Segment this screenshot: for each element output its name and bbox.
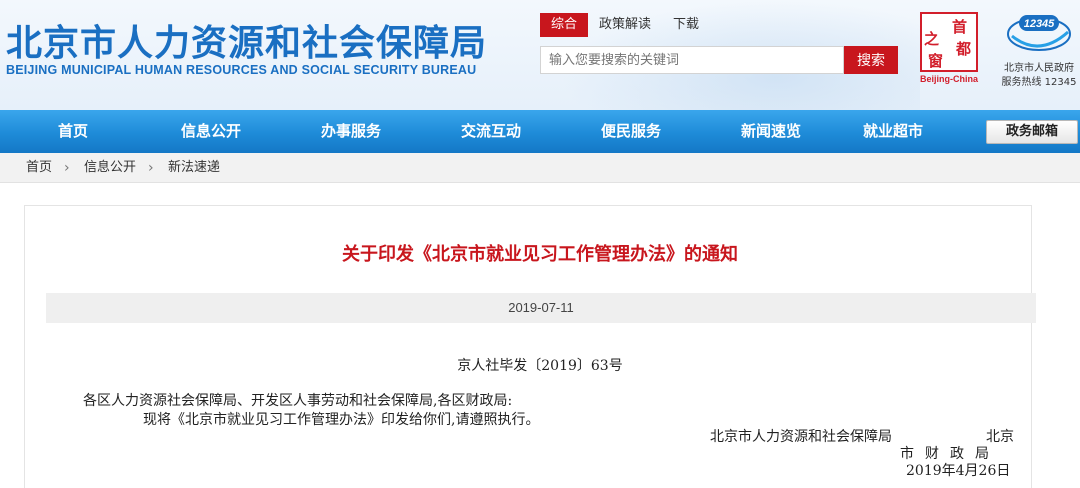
site-title[interactable]: 北京市人力资源和社会保障局 bbox=[6, 14, 487, 66]
nav-item-convenience[interactable]: 便民服务 bbox=[601, 110, 661, 153]
logo-char: 之 bbox=[924, 30, 940, 48]
breadcrumb-home[interactable]: 首页 bbox=[26, 153, 52, 183]
logo-char: 窗 bbox=[928, 52, 944, 70]
article-title: 关于印发《北京市就业见习工作管理办法》的通知 bbox=[342, 244, 738, 265]
logo-char: 首 bbox=[952, 18, 968, 36]
search-input[interactable] bbox=[540, 46, 844, 74]
chevron-right-icon: › bbox=[64, 160, 70, 176]
signature-date: 2019年4月26日 bbox=[906, 463, 1011, 479]
breadcrumb: 首页 › 信息公开 › 新法速递 bbox=[0, 153, 1080, 183]
document-number: 京人社毕发〔2019〕63号 bbox=[457, 358, 623, 374]
breadcrumb-new-laws[interactable]: 新法速递 bbox=[168, 153, 220, 183]
hotline-number: 服务热线 12345 bbox=[1001, 77, 1077, 88]
nav-item-job-market[interactable]: 就业超市 bbox=[863, 110, 923, 153]
main-nav: 首页 信息公开 办事服务 交流互动 便民服务 新闻速览 就业超市 bbox=[0, 110, 1080, 153]
hotline-badge-text: 12345 bbox=[1024, 18, 1055, 30]
logo-char: 都 bbox=[956, 40, 972, 58]
nav-item-services[interactable]: 办事服务 bbox=[321, 110, 381, 153]
tab-policy-interpretation[interactable]: 政策解读 bbox=[588, 13, 662, 37]
signature-org-hrss: 北京市人力资源和社会保障局 bbox=[710, 429, 892, 445]
hotline-badge-icon: 12345 bbox=[1007, 15, 1071, 51]
capital-window-label: Beijing-China bbox=[920, 74, 978, 84]
gov-mail-button[interactable]: 政务邮箱 bbox=[986, 120, 1078, 144]
search-button[interactable]: 搜索 bbox=[844, 46, 898, 74]
nav-item-news[interactable]: 新闻速览 bbox=[741, 110, 801, 153]
hotline-12345[interactable]: 12345 北京市人民政府 服务热线 12345 bbox=[998, 12, 1080, 92]
nav-item-info-disclosure[interactable]: 信息公开 bbox=[181, 110, 241, 153]
document-recipients: 各区人力资源社会保障局、开发区人事劳动和社会保障局,各区财政局: bbox=[83, 393, 513, 409]
breadcrumb-info-disclosure[interactable]: 信息公开 bbox=[84, 153, 136, 183]
site-header: 北京市人力资源和社会保障局 BEIJING MUNICIPAL HUMAN RE… bbox=[0, 0, 1080, 110]
document-body: 现将《北京市就业见习工作管理办法》印发给你们,请遵照执行。 bbox=[143, 412, 540, 428]
tab-general[interactable]: 综合 bbox=[540, 13, 589, 37]
capital-window-emblem: 之 首 窗 都 bbox=[920, 12, 978, 72]
nav-item-home[interactable]: 首页 bbox=[58, 110, 88, 153]
hotline-org: 北京市人民政府 bbox=[1004, 63, 1074, 74]
nav-item-interaction[interactable]: 交流互动 bbox=[461, 110, 521, 153]
search-scope-tabs: 综合 政策解读 下载 bbox=[540, 13, 710, 37]
capital-window-logo[interactable]: 之 首 窗 都 Beijing-China bbox=[917, 12, 981, 86]
chevron-right-icon: › bbox=[148, 160, 154, 176]
site-subtitle-en: BEIJING MUNICIPAL HUMAN RESOURCES AND SO… bbox=[6, 63, 477, 77]
article-date: 2019-07-11 bbox=[46, 293, 1036, 323]
tab-download[interactable]: 下载 bbox=[662, 13, 710, 37]
